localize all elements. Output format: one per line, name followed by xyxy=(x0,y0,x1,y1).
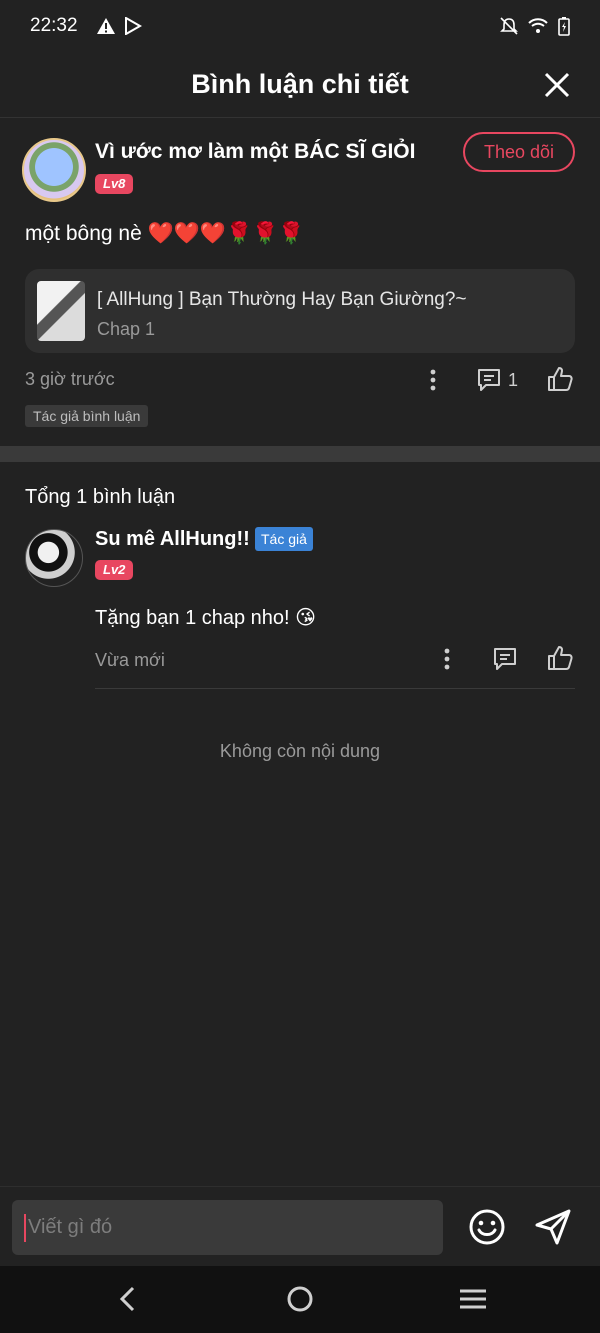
divider xyxy=(95,688,575,689)
close-icon[interactable] xyxy=(542,70,572,100)
header: Bình luận chi tiết xyxy=(0,52,600,118)
more-icon[interactable] xyxy=(436,646,458,672)
text-caret xyxy=(24,1213,26,1242)
chapter-thumbnail xyxy=(37,281,85,341)
back-icon[interactable] xyxy=(113,1284,143,1314)
wifi-icon xyxy=(528,18,548,33)
emoji-icon[interactable] xyxy=(467,1207,507,1247)
chapter-subtitle: Chap 1 xyxy=(97,319,156,339)
home-icon[interactable] xyxy=(285,1284,315,1314)
reply-button[interactable]: 1 xyxy=(476,367,518,393)
author-badge: Tác giả xyxy=(255,527,313,551)
comment-text: một bông nè ❤️❤️❤️🌹🌹🌹 xyxy=(25,222,305,245)
reply-meta: Vừa mới xyxy=(0,642,600,676)
chapter-title: [ AllHung ] Bạn Thường Hay Bạn Giường?~ xyxy=(97,289,467,310)
reply-username[interactable]: Su mê AllHung!! xyxy=(95,528,250,551)
play-store-icon xyxy=(124,17,142,35)
reply-time: Vừa mới xyxy=(95,650,165,670)
reply-text: Tặng bạn 1 chap nho! 😘 xyxy=(95,607,317,629)
comment-time: 3 giờ trước xyxy=(25,369,115,389)
comment-meta: 3 giờ trước 1 xyxy=(0,363,600,397)
thumbs-up-icon xyxy=(548,367,573,391)
page-title: Bình luận chi tiết xyxy=(191,69,409,99)
battery-icon xyxy=(558,17,570,36)
comment-icon xyxy=(494,648,516,670)
comment-icon xyxy=(478,369,500,391)
send-icon[interactable] xyxy=(533,1207,573,1247)
avatar[interactable] xyxy=(25,529,83,587)
comment-input[interactable]: Viết gì đó xyxy=(12,1200,443,1255)
input-placeholder: Viết gì đó xyxy=(28,1216,113,1238)
follow-button[interactable]: Theo dõi xyxy=(463,132,575,172)
menu-icon[interactable] xyxy=(458,1284,488,1314)
reply-count: 1 xyxy=(508,369,519,390)
avatar[interactable] xyxy=(22,138,86,202)
comment-input-bar: Viết gì đó xyxy=(0,1186,600,1266)
section-divider xyxy=(0,446,600,462)
status-time: 22:32 xyxy=(30,15,78,36)
warning-icon xyxy=(96,18,115,34)
thumbs-up-icon xyxy=(548,646,573,670)
like-button[interactable] xyxy=(546,644,574,672)
author-tag: Tác giả bình luận xyxy=(25,405,149,427)
total-comments: Tổng 1 bình luận xyxy=(25,486,176,508)
like-button[interactable] xyxy=(546,365,574,393)
system-nav-bar xyxy=(0,1266,600,1333)
reply-button[interactable] xyxy=(492,646,518,672)
end-of-content: Không còn nội dung xyxy=(219,741,381,761)
level-badge: Lv2 xyxy=(95,560,134,580)
more-icon[interactable] xyxy=(422,367,444,393)
chapter-card[interactable]: [ AllHung ] Bạn Thường Hay Bạn Giường?~ … xyxy=(25,269,575,353)
level-badge: Lv8 xyxy=(95,174,134,194)
comment-username[interactable]: Vì ước mơ làm một BÁC SĨ GIỎI xyxy=(95,140,415,164)
bell-off-icon xyxy=(500,17,518,35)
status-bar: 22:32 xyxy=(0,0,600,52)
